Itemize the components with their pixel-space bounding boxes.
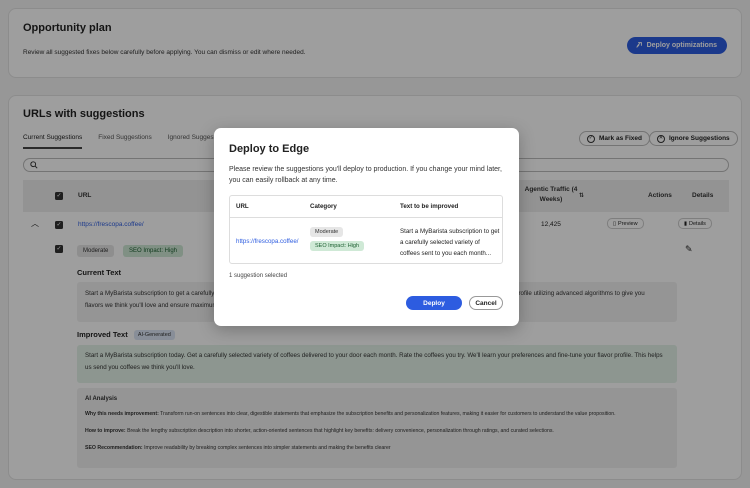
modal-suggestions-table: URL Category Text to be improved https:/… [229,195,503,264]
modal-title: Deploy to Edge [229,143,310,155]
modal-category-tag: Moderate [310,227,344,237]
modal-table-header: URL Category Text to be improved [230,196,502,218]
modal-row-text-line-2: a carefully selected variety of [400,239,480,246]
modal-row-text: Start a MyBarista subscription to get a … [400,226,499,259]
cancel-button[interactable]: Cancel [469,296,503,310]
modal-row-text-line-3: coffees sent to you each month... [400,250,492,257]
modal-description: Please review the suggestions you'll dep… [229,166,502,184]
modal-header-category: Category [310,203,337,210]
modal-header-text: Text to be improved [400,203,459,210]
deploy-button[interactable]: Deploy [406,296,462,310]
modal-seo-impact-tag: SEO Impact: High [310,241,365,251]
modal-row-text-line-1: Start a MyBarista subscription to get [400,228,500,235]
modal-row-url[interactable]: https://frescopa.coffee/ [236,238,299,245]
selection-count: 1 suggestion selected [229,273,288,279]
modal-header-url: URL [236,203,249,210]
deploy-to-edge-modal: Deploy to Edge Please review the suggest… [214,128,519,326]
